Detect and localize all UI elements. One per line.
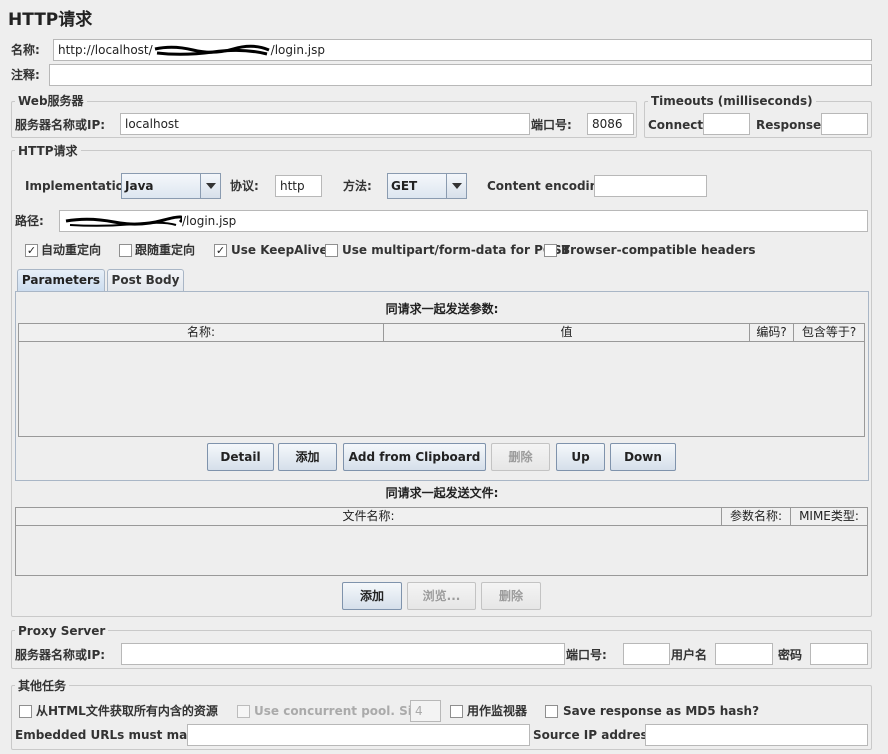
server-host-label: 服务器名称或IP: <box>15 118 106 132</box>
embedded-urls-field[interactable] <box>187 724 530 746</box>
browse-button[interactable]: 浏览... <box>407 582 476 610</box>
content-encoding-field[interactable] <box>594 175 707 197</box>
name-label: 名称: <box>11 43 40 57</box>
auto-redirect-checkbox[interactable]: ✓ <box>25 244 38 257</box>
keepalive-checkbox[interactable]: ✓ <box>214 244 227 257</box>
add-from-clipboard-button[interactable]: Add from Clipboard <box>343 443 486 471</box>
proxy-user-label: 用户名 <box>671 648 708 662</box>
proxy-port-field[interactable] <box>623 643 670 665</box>
server-host-field[interactable]: localhost <box>120 113 530 135</box>
column-header-encode[interactable]: 编码? <box>750 324 794 342</box>
proxy-password-field[interactable] <box>810 643 868 665</box>
connect-label: Connect: <box>648 118 708 132</box>
method-label: 方法: <box>343 179 372 193</box>
proxy-port-label: 端口号: <box>566 648 607 662</box>
browser-headers-checkbox[interactable] <box>544 244 557 257</box>
method-value: GET <box>391 179 418 193</box>
source-ip-label: Source IP address: <box>533 728 660 742</box>
web-server-legend: Web服务器 <box>15 94 87 108</box>
chevron-down-icon <box>446 174 466 198</box>
browser-headers-label: Browser-compatible headers <box>561 243 756 257</box>
content-encoding-label: Content encoding: <box>487 179 612 193</box>
tab-post-body[interactable]: Post Body <box>107 269 184 292</box>
response-label: Response: <box>756 118 826 132</box>
proxy-host-field[interactable] <box>121 643 565 665</box>
down-button[interactable]: Down <box>610 443 676 471</box>
multipart-label: Use multipart/form-data for POST <box>342 243 570 257</box>
column-header-param-name[interactable]: 参数名称: <box>722 508 791 526</box>
protocol-field[interactable]: http <box>275 175 322 197</box>
chevron-down-icon <box>200 174 220 198</box>
parameters-table[interactable]: 名称: 值 编码? 包含等于? <box>18 323 865 437</box>
md5-hash-checkbox[interactable] <box>545 705 558 718</box>
follow-redirect-checkbox[interactable] <box>119 244 132 257</box>
column-header-value[interactable]: 值 <box>384 324 750 342</box>
server-port-label: 端口号: <box>531 118 572 132</box>
redacted-scribble <box>64 215 182 228</box>
multipart-checkbox[interactable] <box>325 244 338 257</box>
embedded-urls-label: Embedded URLs must match: <box>15 728 214 742</box>
use-as-monitor-label: 用作监视器 <box>467 704 528 718</box>
add-param-button[interactable]: 添加 <box>278 443 337 471</box>
timeouts-legend: Timeouts (milliseconds) <box>648 94 816 108</box>
page-title: HTTP请求 <box>8 10 93 30</box>
server-port-field[interactable]: 8086 <box>587 113 634 135</box>
concurrent-pool-label: Use concurrent pool. Size: <box>254 704 432 718</box>
auto-redirect-label: 自动重定向 <box>41 243 102 257</box>
redacted-scribble <box>153 44 271 57</box>
detail-button[interactable]: Detail <box>207 443 274 471</box>
http-request-legend: HTTP请求 <box>15 144 81 158</box>
name-value-suffix: /login.jsp <box>270 43 325 57</box>
comment-field[interactable] <box>49 64 872 86</box>
column-header-include-equals[interactable]: 包含等于? <box>794 324 864 342</box>
tab-parameters[interactable]: Parameters <box>17 269 105 292</box>
path-field[interactable]: /login.jsp <box>59 210 868 232</box>
name-value-prefix: http://localhost/ <box>58 43 153 57</box>
concurrent-pool-checkbox[interactable] <box>237 705 250 718</box>
column-header-file-name[interactable]: 文件名称: <box>16 508 722 526</box>
retrieve-resources-checkbox[interactable] <box>19 705 32 718</box>
proxy-user-field[interactable] <box>715 643 773 665</box>
column-header-mime-type[interactable]: MIME类型: <box>791 508 867 526</box>
files-table[interactable]: 文件名称: 参数名称: MIME类型: <box>15 507 868 576</box>
implementation-select[interactable]: Java <box>121 173 221 199</box>
path-value-suffix: /login.jsp <box>182 214 237 228</box>
retrieve-resources-label: 从HTML文件获取所有内含的资源 <box>36 704 218 718</box>
proxy-host-label: 服务器名称或IP: <box>15 648 106 662</box>
comment-label: 注释: <box>11 68 40 82</box>
delete-file-button[interactable]: 删除 <box>481 582 541 610</box>
files-title: 同请求一起发送文件: <box>385 486 499 500</box>
use-as-monitor-checkbox[interactable] <box>450 705 463 718</box>
connect-field[interactable] <box>703 113 750 135</box>
delete-param-button[interactable]: 删除 <box>491 443 550 471</box>
add-file-button[interactable]: 添加 <box>342 582 402 610</box>
proxy-server-legend: Proxy Server <box>15 624 109 638</box>
implementation-value: Java <box>125 179 154 193</box>
source-ip-field[interactable] <box>645 724 868 746</box>
pool-size-field[interactable]: 4 <box>410 700 441 722</box>
params-title: 同请求一起发送参数: <box>385 302 499 316</box>
keepalive-label: Use KeepAlive <box>231 243 328 257</box>
name-field[interactable]: http://localhost/ /login.jsp <box>53 39 872 61</box>
path-label: 路径: <box>15 214 44 228</box>
proxy-password-label: 密码 <box>778 648 803 662</box>
up-button[interactable]: Up <box>556 443 605 471</box>
method-select[interactable]: GET <box>387 173 467 199</box>
response-field[interactable] <box>821 113 868 135</box>
column-header-name[interactable]: 名称: <box>19 324 384 342</box>
other-tasks-legend: 其他任务 <box>15 679 70 693</box>
protocol-label: 协议: <box>230 179 259 193</box>
follow-redirect-label: 跟随重定向 <box>135 243 196 257</box>
md5-hash-label: Save response as MD5 hash? <box>563 704 760 718</box>
